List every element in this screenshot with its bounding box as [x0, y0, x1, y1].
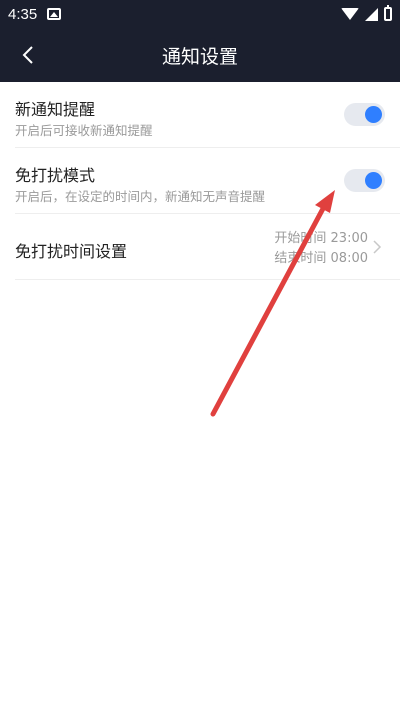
dnd-time-values: 开始时间 23:00 结束时间 08:00	[274, 229, 368, 269]
signal-icon	[365, 7, 378, 21]
image-notification-icon	[47, 8, 62, 20]
wifi-icon	[341, 8, 359, 20]
do-not-disturb-title: 免打扰模式	[15, 166, 96, 185]
new-notification-title: 新通知提醒	[15, 100, 96, 119]
status-icons	[341, 5, 392, 21]
do-not-disturb-toggle[interactable]	[344, 169, 385, 192]
dnd-time-setting-row[interactable]: 免打扰时间设置 开始时间 23:00 结束时间 08:00	[15, 214, 400, 280]
toggle-knob	[365, 106, 382, 123]
do-not-disturb-subtitle: 开启后，在设定的时间内，新通知无声音提醒	[15, 189, 266, 204]
settings-list: 新通知提醒 开启后可接收新通知提醒 免打扰模式 开启后，在设定的时间内，新通知无…	[0, 82, 400, 280]
new-notification-toggle[interactable]	[344, 103, 385, 126]
chevron-left-icon	[22, 46, 33, 64]
dnd-time-setting-title: 免打扰时间设置	[15, 242, 128, 261]
dnd-end-time: 结束时间 08:00	[274, 251, 368, 266]
back-button[interactable]	[10, 37, 46, 73]
status-bar: 4:35	[0, 0, 400, 28]
title-bar: 通知设置	[0, 28, 400, 82]
do-not-disturb-row: 免打扰模式 开启后，在设定的时间内，新通知无声音提醒	[15, 148, 400, 214]
new-notification-subtitle: 开启后可接收新通知提醒	[15, 123, 153, 138]
page-title: 通知设置	[161, 45, 238, 68]
toggle-knob	[365, 172, 382, 189]
battery-icon	[384, 5, 392, 21]
chevron-right-icon	[373, 240, 382, 254]
status-time: 4:35	[8, 5, 38, 23]
dnd-start-time: 开始时间 23:00	[274, 231, 368, 246]
new-notification-row: 新通知提醒 开启后可接收新通知提醒	[15, 82, 400, 148]
